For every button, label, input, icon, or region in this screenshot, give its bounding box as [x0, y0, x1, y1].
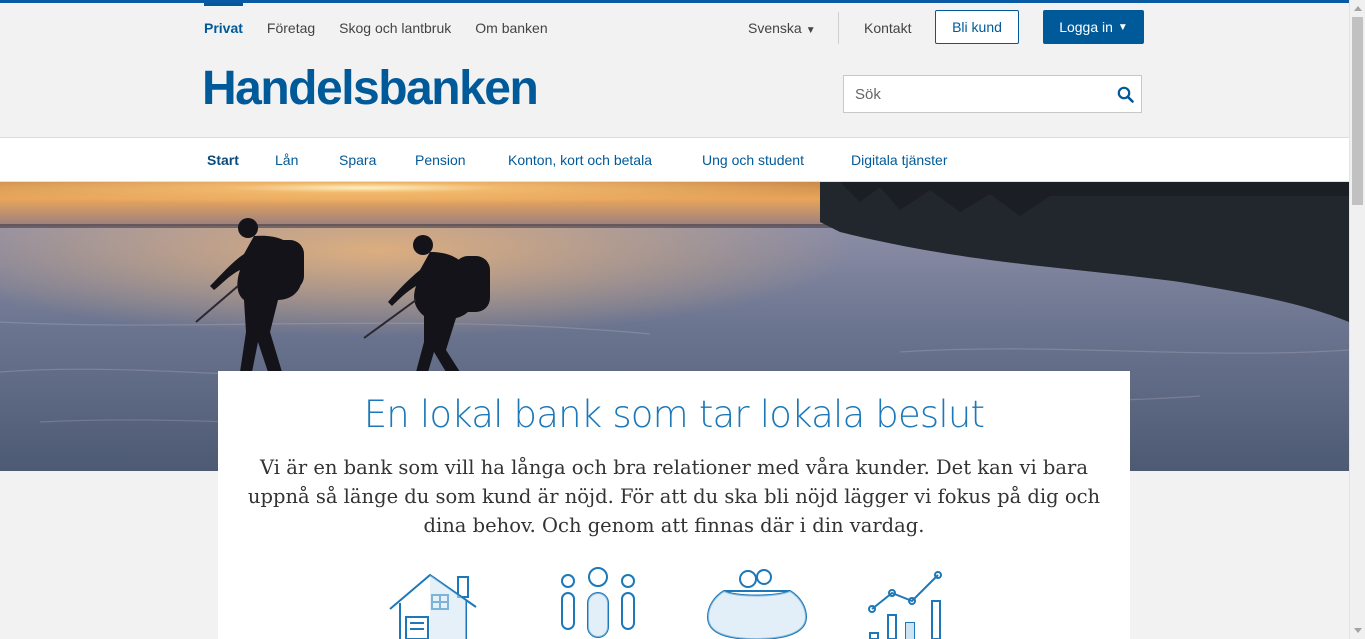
nav-pension[interactable]: Pension — [415, 152, 466, 168]
page-scrollbar[interactable] — [1349, 0, 1365, 639]
house-icon — [384, 567, 488, 639]
caret-down-icon: ▼ — [1117, 21, 1128, 33]
become-customer-button[interactable]: Bli kund — [935, 10, 1019, 44]
scroll-down-arrow-icon[interactable] — [1350, 623, 1365, 639]
nav-start[interactable]: Start — [207, 152, 239, 168]
people-icon — [558, 567, 638, 639]
intro-card: En lokal bank som tar lokala beslut Vi ä… — [218, 371, 1130, 639]
nav-digitala-tjanster[interactable]: Digitala tjänster — [851, 152, 948, 168]
contact-link[interactable]: Kontakt — [864, 20, 911, 36]
nav-ung-och-student[interactable]: Ung och student — [702, 152, 804, 168]
search-input[interactable] — [844, 76, 1109, 112]
page-viewport: Privat Företag Skog och lantbruk Om bank… — [0, 0, 1349, 639]
segment-foretag[interactable]: Företag — [267, 3, 315, 53]
nav-konton-kort-och-betala[interactable]: Konton, kort och betala — [508, 152, 652, 168]
site-header: Privat Företag Skog och lantbruk Om bank… — [0, 3, 1349, 138]
segment-privat[interactable]: Privat — [204, 3, 243, 53]
segment-nav: Privat Företag Skog och lantbruk Om bank… — [204, 3, 572, 53]
feature-icons — [218, 567, 1130, 639]
nav-lan[interactable]: Lån — [275, 152, 298, 168]
scrollbar-thumb[interactable] — [1352, 17, 1363, 205]
login-label: Logga in — [1059, 19, 1113, 35]
utility-divider — [838, 12, 839, 44]
main-nav: Start Lån Spara Pension Konton, kort och… — [0, 138, 1349, 182]
caret-down-icon: ▼ — [805, 25, 816, 36]
language-label: Svenska — [748, 20, 802, 36]
search-box — [843, 75, 1142, 113]
savings-purse-icon — [706, 567, 810, 639]
search-icon[interactable] — [1109, 76, 1141, 112]
language-selector[interactable]: Svenska ▼ — [748, 20, 816, 36]
login-button[interactable]: Logga in ▼ — [1043, 10, 1144, 44]
segment-skog-och-lantbruk[interactable]: Skog och lantbruk — [339, 3, 451, 53]
intro-title: En lokal bank som tar lokala beslut — [363, 393, 985, 436]
growth-chart-icon — [866, 567, 950, 639]
handelsbanken-logo[interactable]: Handelsbanken — [202, 65, 539, 113]
segment-om-banken[interactable]: Om banken — [475, 3, 547, 53]
scroll-up-arrow-icon[interactable] — [1350, 0, 1365, 16]
intro-text: Vi är en bank som vill ha långa och bra … — [247, 456, 1101, 537]
nav-spara[interactable]: Spara — [339, 152, 376, 168]
